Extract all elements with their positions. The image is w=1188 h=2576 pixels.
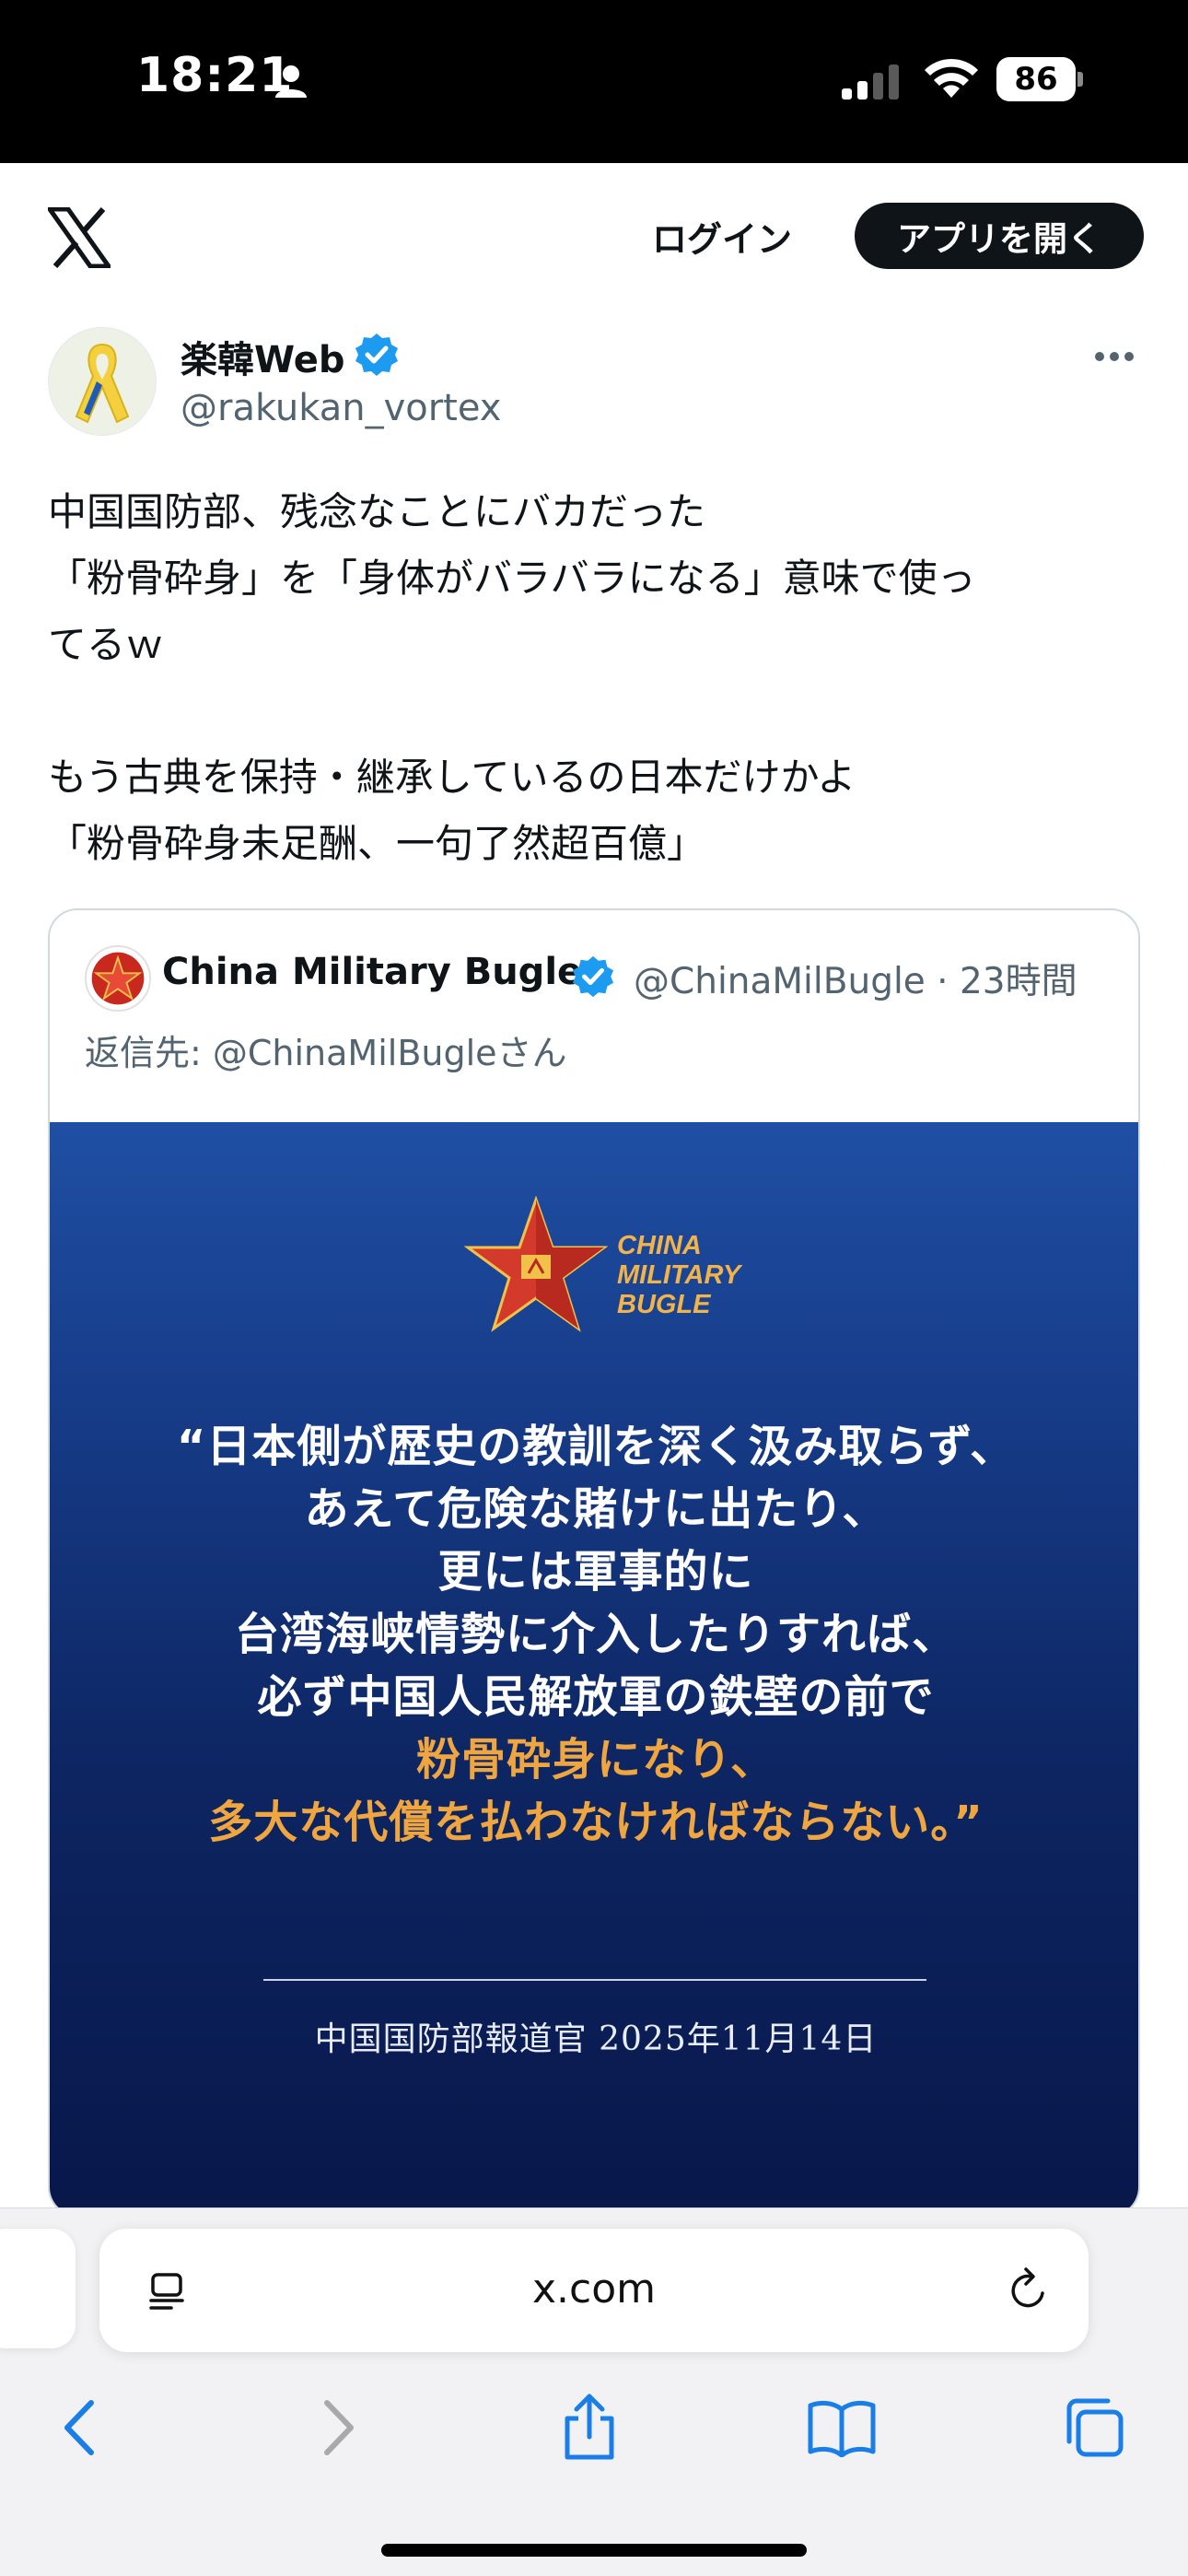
status-bar: 18:21 86 <box>0 0 1188 163</box>
image-quote-line: あえて危険な賭けに出たり、 <box>304 1483 888 1535</box>
book-icon <box>808 2400 876 2457</box>
more-options-icon[interactable] <box>1092 343 1136 370</box>
tweet-text-line: 中国国防部、残念なことにバカだった <box>48 489 706 534</box>
quoted-tweet-card[interactable]: China Military Bugle @ChinaMilBugle · 23… <box>48 908 1140 2217</box>
login-link[interactable]: ログイン <box>652 211 792 262</box>
image-quote-text: “日本側が歴史の教訓を深く汲み取らず、 あえて危険な賭けに出たり、 更には軍事的… <box>50 1415 1138 1854</box>
signal-icon <box>842 64 899 100</box>
battery-cap <box>1077 72 1083 87</box>
url-text[interactable]: x.com <box>99 2266 1089 2313</box>
image-quote-line: 必ず中国人民解放軍の鉄壁の前で <box>257 1671 935 1723</box>
share-icon <box>565 2394 614 2460</box>
tweet-text-line: 「粉骨砕身」を「身体がバラバラになる」意味で使っ <box>48 556 976 601</box>
tweet-text-line <box>48 678 1144 744</box>
tweet-text-line: てるｗ <box>48 622 165 667</box>
cmb-logo-text: CHINA MILITARY BUGLE <box>617 1231 740 1319</box>
author-name[interactable]: 楽韓Web <box>181 330 344 383</box>
image-caption: 中国国防部報道官 2025年11月14日 <box>314 2020 878 2058</box>
tabs-button[interactable] <box>1059 2393 1129 2463</box>
cmb-logo-line: CHINA <box>617 1231 702 1260</box>
quote-reply-to[interactable]: 返信先: @ChinaMilBugleさん <box>85 1025 567 1075</box>
battery-icon: 86 <box>996 57 1085 101</box>
image-quote-line-highlight: 多大な代償を払わなければならない。” <box>208 1797 984 1848</box>
quote-handle-time[interactable]: @ChinaMilBugle · 23時間 <box>634 953 1077 1004</box>
quote-author-name[interactable]: China Military Bugle <box>162 951 582 993</box>
open-app-button[interactable]: アプリを開く <box>855 203 1144 269</box>
tweet-text-line: 「粉骨砕身未足酬、一句了然超百億」 <box>48 821 706 866</box>
status-time: 18:21 <box>136 48 294 103</box>
image-quote-line: “日本側が歴史の教訓を深く汲み取らず、 <box>176 1421 1016 1472</box>
address-bar[interactable]: x.com <box>99 2229 1089 2352</box>
chevron-right-icon <box>324 2400 354 2455</box>
image-quote-line: 更には軍事的に <box>437 1546 754 1598</box>
verified-badge-icon <box>355 334 398 376</box>
tabs-icon <box>1066 2398 1124 2457</box>
cmb-logo-line: MILITARY <box>617 1260 741 1290</box>
verified-badge-icon <box>572 955 614 998</box>
share-button[interactable] <box>554 2393 624 2463</box>
quote-image[interactable]: CHINA MILITARY BUGLE “日本側が歴史の教訓を深く汲み取らず、… <box>50 1122 1138 2215</box>
image-quote-line-highlight: 粉骨砕身になり、 <box>415 1734 776 1786</box>
red-star-logo-icon <box>464 1196 608 1332</box>
wifi-icon <box>925 58 978 98</box>
chevron-left-icon <box>64 2400 94 2455</box>
x-header: ログイン アプリを開く <box>0 163 1188 310</box>
previous-tab-peek[interactable] <box>0 2229 76 2348</box>
x-logo-icon[interactable] <box>48 207 111 268</box>
forward-button[interactable] <box>304 2393 374 2463</box>
reload-icon[interactable] <box>1004 2266 1054 2315</box>
bookmarks-button[interactable] <box>807 2393 877 2463</box>
tweet-text: 中国国防部、残念なことにバカだった 「粉骨砕身」を「身体がバラバラになる」意味で… <box>48 479 1144 877</box>
person-icon <box>275 65 307 98</box>
ribbon-avatar-icon <box>75 343 130 424</box>
quote-author-avatar[interactable] <box>85 945 151 1012</box>
home-indicator <box>381 2544 807 2557</box>
battery-level: 86 <box>996 57 1076 101</box>
image-divider <box>263 1979 926 1981</box>
safari-toolbar: x.com <box>0 2207 1188 2576</box>
image-quote-line: 台湾海峡情勢に介入したりすれば、 <box>234 1609 957 1660</box>
cmb-logo-line: BUGLE <box>617 1290 711 1319</box>
author-avatar[interactable] <box>48 327 157 436</box>
author-handle[interactable]: @rakukan_vortex <box>181 387 501 429</box>
back-button[interactable] <box>44 2393 114 2463</box>
tweet-text-line: もう古典を保持・継承しているの日本だけかよ <box>48 755 856 800</box>
